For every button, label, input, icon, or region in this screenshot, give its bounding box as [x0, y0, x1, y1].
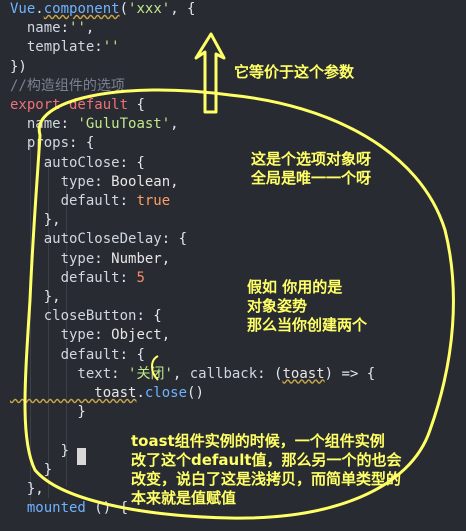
annotation-options-object: 这是个选项对象呀 全局是唯一一个呀	[251, 150, 372, 187]
annotation-shallow-copy: toast组件实例的时候，一个组件实例 改了这个default值，那么另一个的也…	[131, 432, 402, 507]
up-arrow-icon	[194, 32, 226, 114]
annotation-if-object: 假如 你用的是 对象姿势 那么当你创建两个	[247, 278, 368, 334]
annotation-equivalent: 它等价于这个参数	[234, 63, 355, 81]
pointer-curl	[151, 355, 159, 381]
